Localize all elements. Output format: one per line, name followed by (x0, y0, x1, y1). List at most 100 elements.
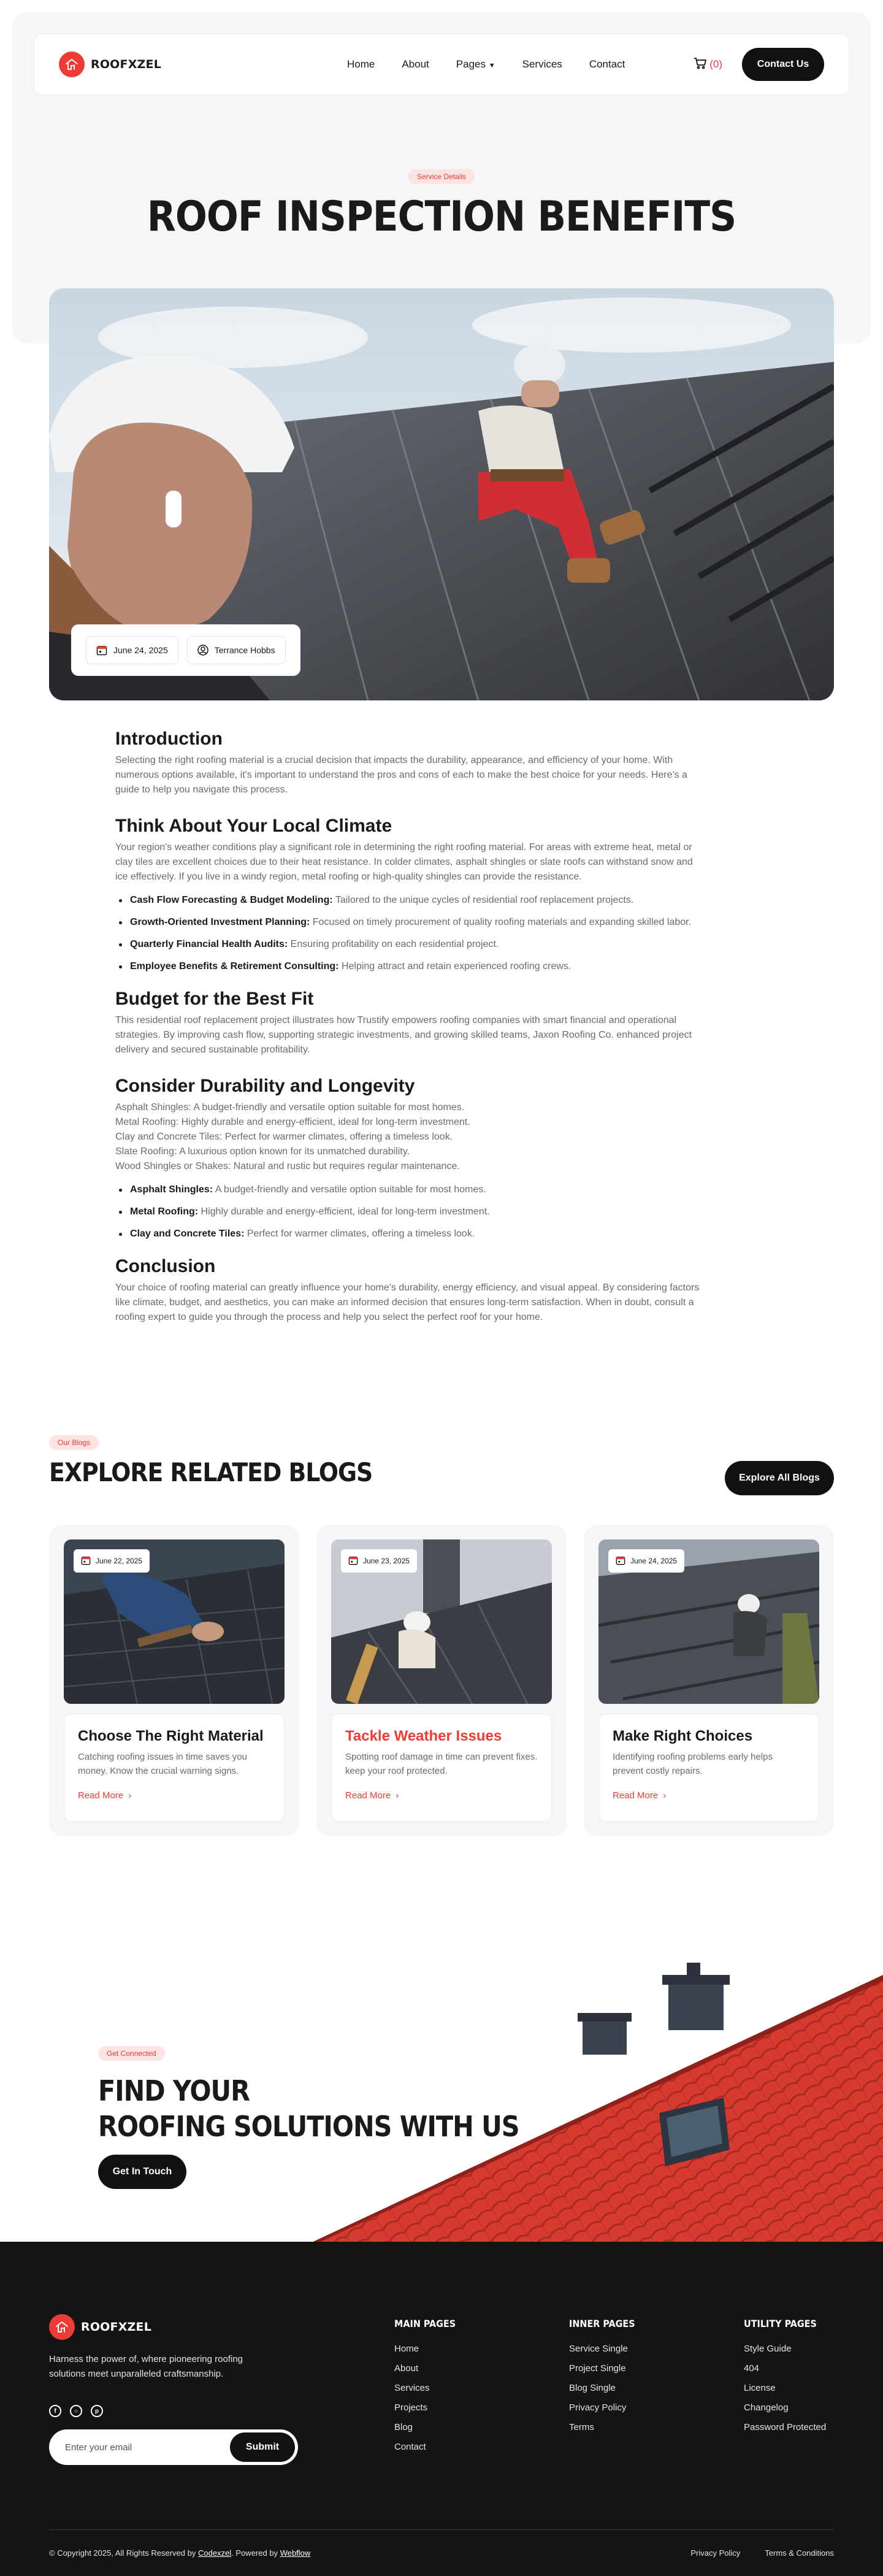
instagram-icon[interactable]: ○ (70, 2405, 82, 2417)
post-date-chip: June 24, 2025 (86, 636, 178, 664)
chevron-right-icon: › (128, 1790, 132, 1801)
blog-date: June 23, 2025 (363, 1557, 410, 1565)
footer-description: Harness the power of, where pioneering r… (49, 2354, 243, 2379)
blog-image: June 22, 2025 (64, 1539, 285, 1704)
explore-all-blogs-button[interactable]: Explore All Blogs (725, 1461, 834, 1495)
footer-link[interactable]: Contact (394, 2437, 456, 2457)
get-in-touch-button[interactable]: Get In Touch (98, 2155, 186, 2189)
nav-services[interactable]: Services (522, 58, 562, 71)
house-logo-icon (49, 2314, 75, 2340)
footer-link[interactable]: Service Single (569, 2339, 635, 2359)
footer-link[interactable]: Changelog (744, 2398, 826, 2418)
user-icon (197, 645, 208, 656)
footer-link[interactable]: 404 (744, 2359, 826, 2379)
footer-link[interactable]: Projects (394, 2398, 456, 2418)
budget-heading: Budget for the Best Fit (115, 989, 314, 1009)
climate-paragraph: Your region's weather conditions play a … (115, 842, 693, 882)
blog-image: June 23, 2025 (331, 1539, 552, 1704)
conclusion-heading: Conclusion (115, 1256, 216, 1276)
blog-card-body: Make Right Choices Identifying roofing p… (598, 1714, 819, 1822)
footer-link[interactable]: Privacy Policy (569, 2398, 635, 2418)
privacy-policy-link[interactable]: Privacy Policy (690, 2548, 740, 2558)
nav-contact[interactable]: Contact (589, 58, 625, 71)
nav-home[interactable]: Home (347, 58, 375, 71)
newsletter-form: Submit (49, 2429, 298, 2465)
blog-title[interactable]: Choose The Right Material (78, 1728, 270, 1745)
durability-heading: Consider Durability and Longevity (115, 1076, 415, 1096)
submit-button[interactable]: Submit (230, 2432, 295, 2462)
webflow-link[interactable]: Webflow (280, 2548, 311, 2558)
blog-card[interactable]: June 23, 2025 Tackle Weather Issues Spot… (316, 1525, 567, 1836)
footer-link[interactable]: Terms (569, 2418, 635, 2437)
durability-list: Asphalt Shingles: A budget-friendly and … (115, 1183, 704, 1241)
durability-line: Asphalt Shingles: A budget-friendly and … (115, 1102, 465, 1113)
footer-column-title: UTILITY PAGES (744, 2318, 817, 2329)
durability-line: Metal Roofing: Highly durable and energy… (115, 1117, 470, 1127)
post-author: Terrance Hobbs (214, 645, 275, 655)
main-nav: Home About Pages ▼ Services Contact (347, 58, 625, 71)
nav-about[interactable]: About (402, 58, 429, 71)
blogs-pill: Our Blogs (49, 1435, 99, 1450)
cta-title-line1: FIND YOUR (98, 2074, 250, 2107)
blog-date-chip: June 23, 2025 (341, 1549, 418, 1573)
blog-excerpt: Spotting roof damage in time can prevent… (345, 1752, 538, 1776)
intro-heading: Introduction (115, 729, 223, 749)
legal-links: Privacy Policy Terms & Conditions (690, 2548, 834, 2558)
footer-link[interactable]: Blog (394, 2418, 456, 2437)
conclusion-paragraph: Your choice of roofing material can grea… (115, 1282, 700, 1322)
footer-logo[interactable]: ROOFXZEL (49, 2314, 151, 2340)
contact-us-button[interactable]: Contact Us (742, 48, 824, 81)
brand-name: ROOFXZEL (91, 58, 162, 71)
footer-link[interactable]: Blog Single (569, 2379, 635, 2398)
budget-paragraph: This residential roof replacement projec… (115, 1015, 692, 1055)
calendar-icon (81, 1555, 91, 1567)
post-meta-card: June 24, 2025 Terrance Hobbs (71, 624, 300, 676)
nav-pages[interactable]: Pages ▼ (456, 58, 495, 71)
list-item: Employee Benefits & Retirement Consultin… (115, 959, 704, 974)
footer-link[interactable]: Services (394, 2379, 456, 2398)
read-more-label: Read More (613, 1790, 659, 1801)
read-more-link[interactable]: Read More › (78, 1790, 270, 1801)
cta-pill: Get Connected (98, 2046, 165, 2061)
footer-column-title: INNER PAGES (569, 2318, 635, 2329)
blog-title[interactable]: Tackle Weather Issues (345, 1728, 538, 1745)
email-input[interactable] (65, 2442, 230, 2453)
terms-link[interactable]: Terms & Conditions (765, 2548, 834, 2558)
blogs-title: EXPLORE RELATED BLOGS (49, 1457, 373, 1487)
house-logo-icon (59, 52, 85, 77)
blog-date-chip: June 22, 2025 (74, 1549, 150, 1573)
footer-link[interactable]: About (394, 2359, 456, 2379)
copyright: © Copyright 2025, All Rights Reserved by… (49, 2548, 310, 2558)
blog-excerpt: Identifying roofing problems early helps… (613, 1752, 773, 1776)
footer-link[interactable]: Style Guide (744, 2339, 826, 2359)
durability-line: Wood Shingles or Shakes: Natural and rus… (115, 1161, 460, 1171)
list-item: Clay and Concrete Tiles: Perfect for war… (115, 1227, 704, 1241)
chevron-down-icon: ▼ (488, 62, 495, 69)
calendar-icon (616, 1555, 625, 1567)
social-links: f ○ p (49, 2405, 103, 2417)
footer-link[interactable]: License (744, 2379, 826, 2398)
calendar-icon (348, 1555, 358, 1567)
hero-pill: Service Details (408, 169, 475, 184)
climate-list: Cash Flow Forecasting & Budget Modeling:… (115, 893, 704, 974)
blog-card-body: Tackle Weather Issues Spotting roof dama… (331, 1714, 552, 1822)
read-more-link[interactable]: Read More › (345, 1790, 538, 1801)
logo[interactable]: ROOFXZEL (59, 52, 161, 77)
blog-card[interactable]: June 24, 2025 Make Right Choices Identif… (584, 1525, 834, 1836)
list-item: Quarterly Financial Health Audits: Ensur… (115, 937, 704, 952)
footer-brand-name: ROOFXZEL (81, 2320, 152, 2334)
footer-link[interactable]: Password Protected (744, 2418, 826, 2437)
footer-link[interactable]: Home (394, 2339, 456, 2359)
footer-link[interactable]: Project Single (569, 2359, 635, 2379)
list-item: Cash Flow Forecasting & Budget Modeling:… (115, 893, 704, 908)
navbar: ROOFXZEL Home About Pages ▼ Services Con… (34, 34, 849, 95)
pinterest-icon[interactable]: p (91, 2405, 103, 2417)
blog-title[interactable]: Make Right Choices (613, 1728, 805, 1745)
cart-icon (694, 57, 707, 72)
blog-image: June 24, 2025 (598, 1539, 819, 1704)
read-more-link[interactable]: Read More › (613, 1790, 805, 1801)
cart-button[interactable]: (0) (694, 57, 722, 72)
codexzel-link[interactable]: Codexzel (198, 2548, 231, 2558)
facebook-icon[interactable]: f (49, 2405, 61, 2417)
blog-card[interactable]: June 22, 2025 Choose The Right Material … (49, 1525, 299, 1836)
